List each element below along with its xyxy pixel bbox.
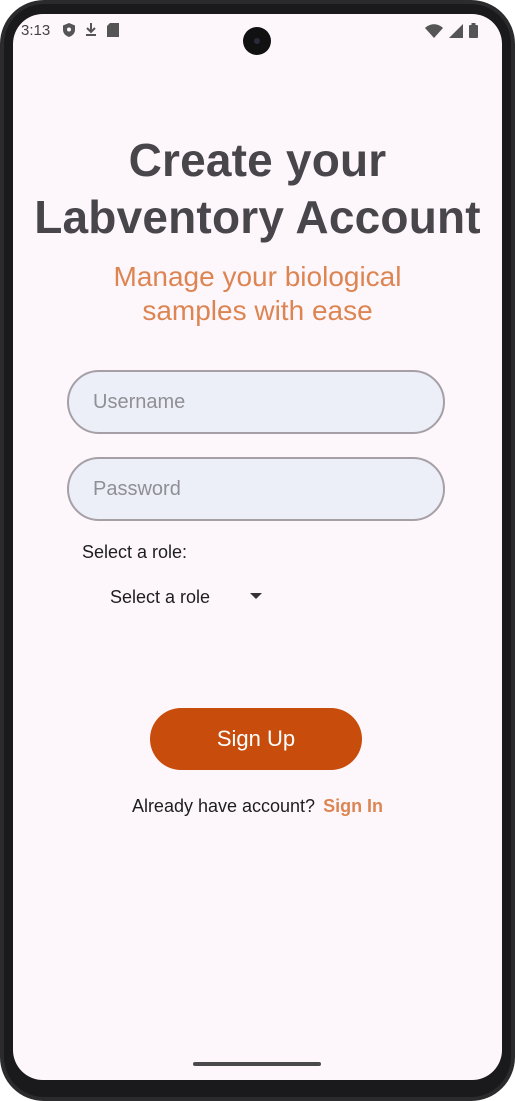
- username-field[interactable]: [67, 370, 445, 434]
- role-dropdown-value: Select a role: [110, 586, 211, 607]
- shield-icon: [63, 23, 75, 37]
- home-indicator[interactable]: [193, 1062, 321, 1066]
- device-frame: 3:13 Create your Labventory Account Mana…: [0, 0, 515, 1101]
- app-screen: 3:13 Create your Labventory Account Mana…: [13, 14, 502, 1080]
- page-subtitle-line2: samples with ease: [142, 295, 373, 326]
- signin-link[interactable]: Sign In: [323, 796, 383, 816]
- dropdown-arrow-icon: [250, 593, 262, 599]
- signal-icon: [449, 23, 463, 38]
- signin-row: Already have account? Sign In: [13, 796, 502, 817]
- signin-prompt: Already have account?: [131, 796, 316, 816]
- page-subtitle-line1: Manage your biological: [113, 261, 402, 292]
- battery-icon: [469, 23, 478, 38]
- password-input[interactable]: [91, 476, 421, 502]
- role-label: Select a role:: [82, 542, 188, 562]
- page-title-line2: Labventory Account: [34, 191, 481, 243]
- page-subtitle: Manage your biological samples with ease: [13, 260, 502, 328]
- wifi-icon: [425, 23, 443, 38]
- status-bar: 3:13: [13, 14, 502, 55]
- page-title: Create your Labventory Account: [13, 132, 502, 246]
- password-field[interactable]: [67, 457, 445, 521]
- role-dropdown[interactable]: Select a role: [110, 580, 270, 614]
- status-left-icons: [63, 23, 119, 37]
- status-time: 3:13: [21, 22, 51, 39]
- status-right-icons: [425, 23, 478, 38]
- signup-button[interactable]: Sign Up: [150, 708, 362, 770]
- download-icon: [86, 23, 96, 36]
- page-title-line1: Create your: [128, 134, 387, 186]
- username-input[interactable]: [91, 389, 421, 415]
- front-camera: [243, 27, 271, 55]
- sd-card-icon: [107, 23, 119, 37]
